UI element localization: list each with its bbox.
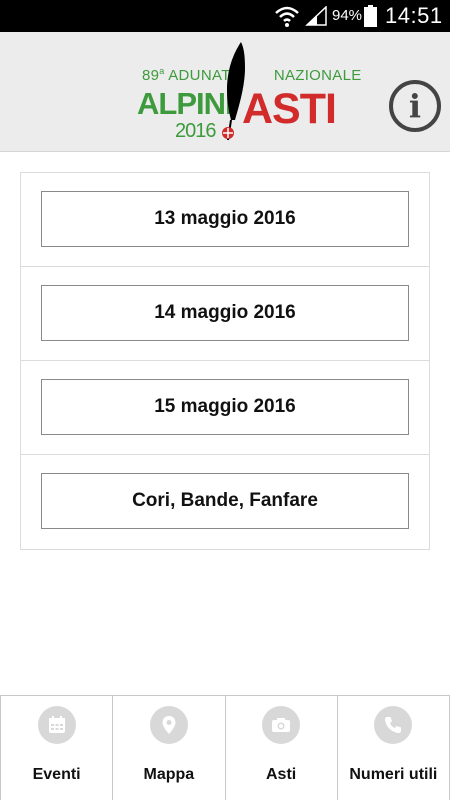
signal-icon <box>305 6 327 26</box>
alpini-asti-logo: 89a ADUNATA NAZIONALE ALPINI 2016 ASTI <box>135 40 361 145</box>
list-item: 14 maggio 2016 <box>21 267 429 361</box>
logo-asti: ASTI <box>242 85 337 133</box>
clock: 14:51 <box>385 3 443 28</box>
cori-bande-fanfare-button[interactable]: Cori, Bande, Fanfare <box>41 473 409 529</box>
tab-eventi[interactable]: Eventi <box>0 696 114 800</box>
date-button-14-maggio[interactable]: 14 maggio 2016 <box>41 285 409 341</box>
camera-icon <box>262 706 301 744</box>
tab-numeri-utili[interactable]: Numeri utili <box>338 696 450 800</box>
list-item: Cori, Bande, Fanfare <box>21 455 429 549</box>
info-button[interactable]: i <box>389 80 441 132</box>
tab-label: Numeri utili <box>349 766 438 783</box>
logo-top-line: 89a ADUNATA NAZIONALE <box>142 66 362 84</box>
tab-mappa[interactable]: Mappa <box>113 696 226 800</box>
bottom-tab-bar: Eventi Mappa Asti Numeri utili <box>0 695 450 800</box>
logo-year: 2016 <box>175 120 216 142</box>
date-button-13-maggio[interactable]: 13 maggio 2016 <box>41 191 409 247</box>
date-list: 13 maggio 2016 14 maggio 2016 15 maggio … <box>20 172 430 550</box>
tab-label: Mappa <box>143 766 195 783</box>
calendar-icon <box>37 706 76 744</box>
wifi-icon <box>275 6 299 27</box>
map-pin-icon <box>149 706 188 744</box>
feather-icon <box>222 42 245 141</box>
info-icon: i <box>408 87 422 125</box>
header: 89a ADUNATA NAZIONALE ALPINI 2016 ASTI i <box>0 32 450 152</box>
phone-icon <box>374 706 413 744</box>
battery-icon <box>364 5 377 27</box>
tab-label: Asti <box>266 766 297 783</box>
status-bar: 94% 14:51 <box>0 0 450 32</box>
list-item: 13 maggio 2016 <box>21 173 429 267</box>
date-button-15-maggio[interactable]: 15 maggio 2016 <box>41 379 409 435</box>
battery-percent: 94% <box>332 7 363 24</box>
tab-label: Eventi <box>32 766 81 783</box>
list-item: 15 maggio 2016 <box>21 361 429 455</box>
tab-asti[interactable]: Asti <box>226 696 338 800</box>
